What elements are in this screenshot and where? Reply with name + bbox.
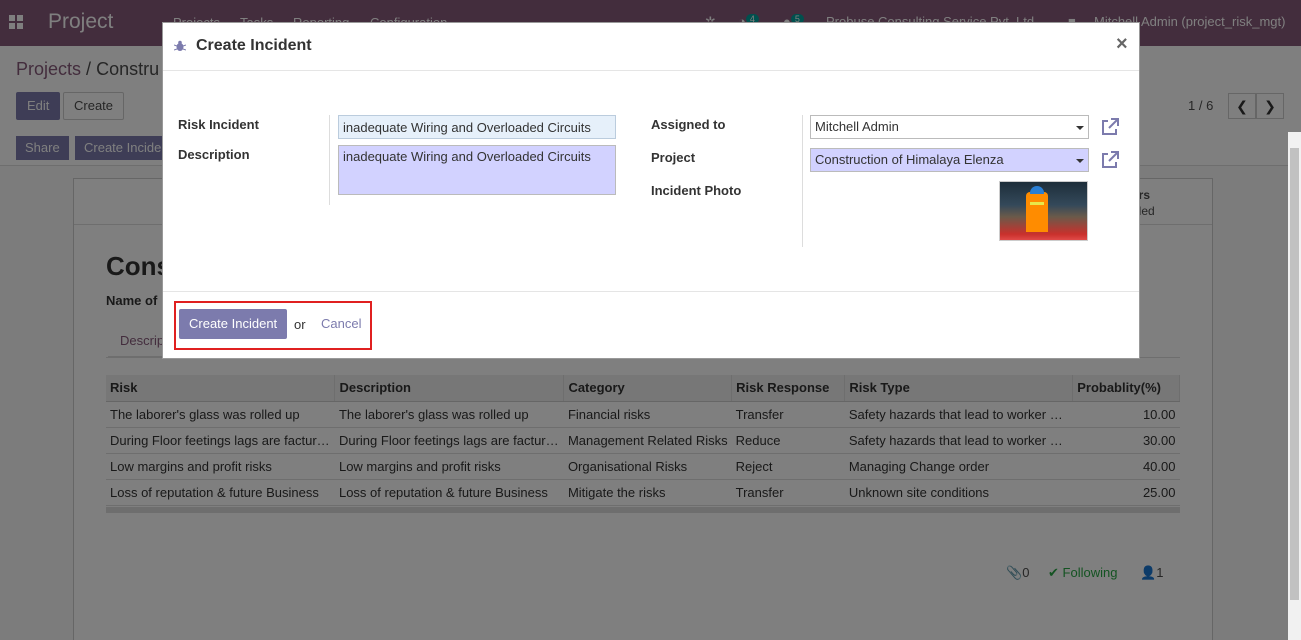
incident-photo[interactable]: [999, 181, 1088, 241]
left-group-divider: [329, 115, 330, 205]
photo-helmet-figure: [1030, 186, 1044, 194]
external-link-icon[interactable]: [1099, 116, 1121, 138]
photo-worker-figure: [1026, 192, 1048, 232]
close-icon[interactable]: ×: [1116, 33, 1128, 56]
external-link-icon[interactable]: [1099, 149, 1121, 171]
project-value: Construction of Himalaya Elenza: [815, 152, 1004, 167]
cancel-button[interactable]: Cancel: [321, 316, 361, 331]
dialog-header: Create Incident ×: [163, 23, 1139, 71]
risk-incident-label: Risk Incident: [178, 117, 259, 132]
description-textarea[interactable]: inadequate Wiring and Overloaded Circuit…: [338, 145, 616, 195]
chevron-down-icon: [1076, 126, 1084, 130]
risk-incident-input[interactable]: [338, 115, 616, 139]
project-select[interactable]: Construction of Himalaya Elenza: [810, 148, 1089, 172]
assigned-to-label: Assigned to: [651, 117, 726, 132]
create-incident-button[interactable]: Create Incident: [179, 309, 288, 339]
photo-vest-stripe: [1030, 202, 1044, 205]
dialog-title: Create Incident: [196, 37, 312, 54]
incident-photo-label: Incident Photo: [651, 183, 742, 198]
create-incident-dialog: Create Incident × Risk Incident Descript…: [162, 22, 1140, 359]
bug-icon: [174, 40, 186, 51]
project-label: Project: [651, 150, 696, 165]
chevron-down-icon: [1076, 159, 1084, 163]
assigned-to-value: Mitchell Admin: [815, 119, 899, 134]
description-label: Description: [178, 147, 250, 162]
right-group-divider: [802, 115, 803, 247]
or-text: or: [294, 317, 306, 332]
dialog-footer: Create Incident or Cancel: [163, 291, 1139, 358]
scrollbar-thumb[interactable]: [1290, 148, 1299, 600]
assigned-to-select[interactable]: Mitchell Admin: [810, 115, 1089, 139]
